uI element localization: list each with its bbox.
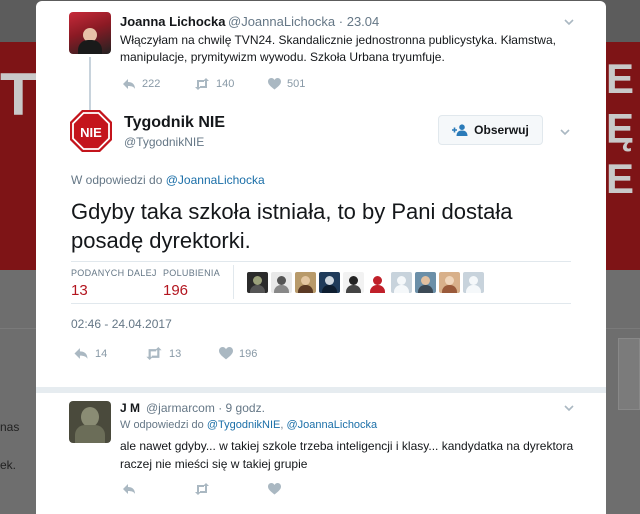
- author-handle-and-time[interactable]: @JoannaLichocka · 23.04: [228, 14, 379, 29]
- avatar[interactable]: [247, 272, 268, 293]
- author-handle-and-time[interactable]: @jarmarcom · 9 godz.: [146, 401, 265, 415]
- like-button[interactable]: 501: [268, 78, 305, 90]
- retweet-button[interactable]: 13: [145, 347, 181, 360]
- divider: [71, 261, 571, 262]
- avatar[interactable]: NIE: [69, 109, 113, 153]
- avatar[interactable]: [367, 272, 388, 293]
- reply-button[interactable]: 14: [73, 347, 107, 360]
- author-handle[interactable]: @TygodnikNIE: [124, 135, 204, 149]
- background-banner-text-left: T: [0, 61, 39, 128]
- retweet-button[interactable]: 140: [194, 78, 234, 90]
- background-text: ek.: [0, 458, 17, 472]
- likes-stat-value[interactable]: 196: [163, 282, 188, 299]
- like-button[interactable]: [268, 483, 281, 495]
- tweet-modal: Joanna Lichocka @JoannaLichocka · 23.04 …: [36, 1, 606, 514]
- avatar[interactable]: [463, 272, 484, 293]
- likes-stat-label[interactable]: POLUBIENIA: [163, 268, 220, 278]
- add-user-icon: [452, 124, 468, 136]
- avatar[interactable]: [69, 12, 111, 54]
- avatar[interactable]: [343, 272, 364, 293]
- follow-button[interactable]: Obserwuj: [438, 115, 543, 145]
- chevron-down-icon[interactable]: [564, 403, 574, 413]
- reply-context: W odpowiedzi do @TygodnikNIE, @JoannaLic…: [120, 419, 378, 431]
- heart-icon: [219, 347, 233, 360]
- mention-link[interactable]: @TygodnikNIE: [207, 419, 281, 431]
- thread-connector: [89, 57, 91, 113]
- avatar[interactable]: [415, 272, 436, 293]
- mention-link[interactable]: @JoannaLichocka: [287, 419, 378, 431]
- mention-link[interactable]: @JoannaLichocka: [166, 173, 265, 187]
- like-button[interactable]: 196: [219, 347, 257, 360]
- background-text: nas: [0, 420, 20, 434]
- avatar-logo-text: NIE: [80, 125, 102, 140]
- retweet-icon: [195, 483, 209, 495]
- heart-icon: [268, 78, 281, 90]
- likers-avatars: [247, 272, 484, 293]
- avatar[interactable]: [271, 272, 292, 293]
- tweet-text: Gdyby taka szkoła istniała, to by Pani d…: [71, 199, 513, 253]
- chevron-down-icon[interactable]: [564, 17, 574, 27]
- chevron-down-icon[interactable]: [560, 127, 570, 137]
- avatar[interactable]: [439, 272, 460, 293]
- avatar[interactable]: [319, 272, 340, 293]
- reply-icon: [74, 348, 88, 359]
- divider: [233, 265, 234, 299]
- avatar[interactable]: [295, 272, 316, 293]
- retweet-icon: [195, 78, 209, 90]
- reply-icon: [123, 484, 135, 494]
- retweets-stat-value[interactable]: 13: [71, 282, 88, 299]
- tweet-text: ale nawet gdyby... w takiej szkole trzeb…: [120, 439, 574, 471]
- reply-icon: [123, 79, 135, 89]
- author-name[interactable]: J M: [120, 401, 140, 415]
- heart-icon: [268, 483, 281, 495]
- retweets-stat-label[interactable]: PODANYCH DALEJ: [71, 268, 157, 278]
- reply-button[interactable]: [122, 483, 136, 495]
- reply-context: W odpowiedzi do @JoannaLichocka: [71, 173, 265, 187]
- author-name[interactable]: Joanna Lichocka: [120, 14, 225, 29]
- reply-button[interactable]: 222: [122, 78, 160, 90]
- retweet-icon: [146, 347, 162, 360]
- retweet-button[interactable]: [194, 483, 210, 495]
- parent-tweet[interactable]: Joanna Lichocka @JoannaLichocka · 23.04 …: [36, 1, 606, 113]
- background-widget: [618, 338, 640, 410]
- avatar[interactable]: [69, 401, 111, 443]
- tweet-text: Włączyłam na chwilę TVN24. Skandalicznie…: [120, 33, 556, 64]
- avatar[interactable]: [391, 272, 412, 293]
- tweet-timestamp[interactable]: 02:46 - 24.04.2017: [71, 317, 172, 331]
- divider: [71, 303, 571, 304]
- reply-tweet[interactable]: J M @jarmarcom · 9 godz. W odpowiedzi do…: [36, 393, 606, 514]
- author-name[interactable]: Tygodnik NIE: [124, 114, 225, 132]
